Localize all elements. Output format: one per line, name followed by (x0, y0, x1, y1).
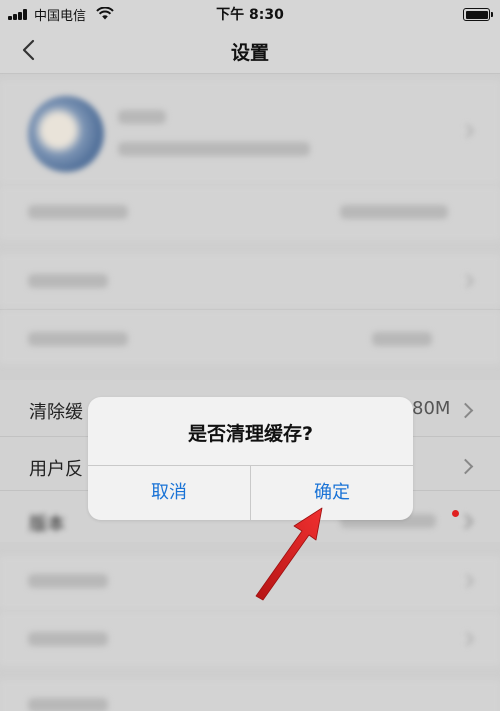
user-feedback-label[interactable]: 用户反 (29, 455, 83, 481)
cache-size-value: 80M (412, 398, 451, 419)
navigation-bar: 设置 (0, 26, 500, 74)
battery-icon (463, 8, 493, 21)
avatar (28, 96, 104, 172)
red-arrow-annotation (255, 507, 323, 601)
cancel-button[interactable]: 取消 (88, 466, 250, 520)
clear-cache-dialog: 是否清理缓存? 取消 确定 (88, 397, 413, 520)
dialog-title: 是否清理缓存? (187, 423, 314, 445)
status-bar: 中国电信 下午 8:30 (0, 0, 500, 26)
username-placeholder (118, 110, 166, 124)
page-title: 设置 (230, 42, 269, 64)
clear-cache-label[interactable]: 清除缓 (29, 398, 83, 424)
profile-detail-placeholder (118, 142, 310, 156)
setting-row-label-placeholder (28, 274, 108, 288)
setting-row-label-placeholder (28, 205, 128, 219)
setting-row-value-placeholder (340, 205, 448, 219)
version-label[interactable]: 版本 (29, 510, 65, 536)
setting-row-label-placeholder (28, 574, 108, 588)
setting-row-label-placeholder (28, 698, 108, 711)
setting-row-value-placeholder (372, 332, 432, 346)
setting-row-label-placeholder (28, 332, 128, 346)
status-time: 下午 8:30 (216, 7, 284, 23)
new-version-badge (452, 510, 459, 517)
setting-row-label-placeholder (28, 632, 108, 646)
